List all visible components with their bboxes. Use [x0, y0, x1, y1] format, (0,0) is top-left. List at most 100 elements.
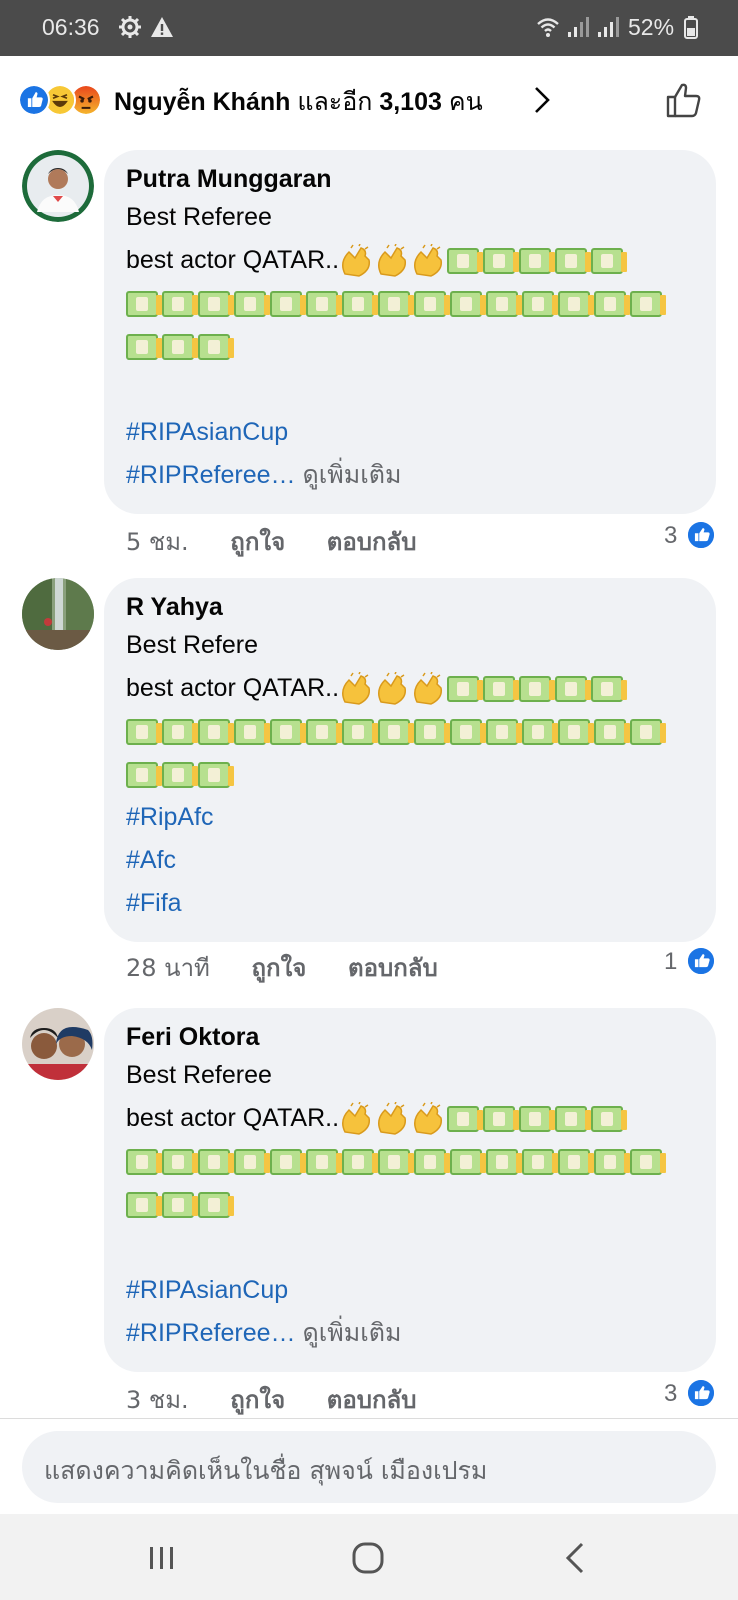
signal-icon: [568, 17, 589, 37]
reactions-summary-text[interactable]: Nguyễn Khánh และอีก 3,103 คน: [114, 82, 483, 122]
money-icon: [342, 1148, 378, 1175]
money-icon: [270, 1148, 306, 1175]
hashtag-link[interactable]: #RIPAsianCup: [126, 1269, 694, 1312]
hashtag-link[interactable]: #RIPAsianCup: [126, 411, 694, 454]
comment-actions: 3 ชม. ถูกใจ ตอบกลับ: [126, 1380, 450, 1419]
comment-author[interactable]: Putra Munggaran: [126, 162, 694, 196]
comment-emoji-line: [126, 710, 694, 753]
hashtag-link[interactable]: #RIPReferee…: [126, 461, 296, 489]
money-icon: [519, 675, 556, 702]
money-icon: [450, 290, 486, 317]
hashtag-link[interactable]: #Fifa: [126, 882, 694, 925]
reply-comment-button[interactable]: ตอบกลับ: [327, 528, 417, 556]
money-icon: [126, 761, 162, 788]
see-more-link[interactable]: ดูเพิ่มเติม: [302, 1319, 401, 1347]
money-icon: [126, 1148, 162, 1175]
money-icon: [234, 718, 270, 745]
hashtag-link[interactable]: #Afc: [126, 839, 694, 882]
comment-text-line: Best Refere: [126, 631, 259, 659]
money-icon: [162, 290, 198, 317]
battery-percent: 52%: [628, 14, 675, 40]
money-icon: [591, 1105, 628, 1132]
like-comment-button[interactable]: ถูกใจ: [230, 1386, 285, 1414]
money-icon: [555, 675, 592, 702]
clapping-hands-icon: [342, 1101, 371, 1135]
comment-composer: แสดงความคิดเห็นในชื่อ สุพจน์ เมืองเปรม: [0, 1418, 738, 1514]
comment-text-line: Best Referee: [126, 203, 272, 231]
money-icon: [198, 1191, 234, 1218]
avatar[interactable]: [22, 1008, 94, 1080]
money-icon: [486, 718, 522, 745]
comment-time: 5 ชม.: [126, 528, 189, 556]
chevron-right-icon[interactable]: [530, 84, 554, 116]
money-icon: [522, 1148, 558, 1175]
like-icon: [686, 946, 716, 976]
money-icon: [594, 1148, 630, 1175]
hashtag-line: #RIPReferee… ดูเพิ่มเติม: [126, 454, 694, 497]
money-icon: [198, 290, 234, 317]
comment-bubble[interactable]: R Yahya Best Refere best actor QATAR.. #…: [104, 578, 716, 942]
hashtag-link[interactable]: #RIPReferee…: [126, 1319, 296, 1347]
comment-text-prefix: best actor QATAR..: [126, 1104, 340, 1132]
money-icon: [378, 290, 414, 317]
reactions-count: 3,103: [379, 88, 442, 116]
money-icon: [447, 1105, 484, 1132]
money-icon: [558, 1148, 594, 1175]
reactions-summary-bar[interactable]: Nguyễn Khánh และอีก 3,103 คน: [0, 56, 738, 144]
money-icon: [558, 718, 594, 745]
comment-text-prefix: best actor QATAR..: [126, 674, 340, 702]
comment-emoji-line: [126, 325, 694, 368]
like-comment-button[interactable]: ถูกใจ: [230, 528, 285, 556]
like-post-button[interactable]: [664, 80, 704, 120]
reactions-unit: คน: [448, 88, 483, 116]
see-more-link[interactable]: ดูเพิ่มเติม: [302, 461, 401, 489]
money-icon: [483, 1105, 520, 1132]
money-icon: [483, 247, 520, 274]
like-comment-button[interactable]: ถูกใจ: [252, 954, 307, 982]
reply-comment-button[interactable]: ตอบกลับ: [348, 954, 438, 982]
like-icon: [686, 1378, 716, 1408]
money-icon: [414, 290, 450, 317]
comment-time: 3 ชม.: [126, 1386, 189, 1414]
money-icon: [519, 1105, 556, 1132]
back-icon[interactable]: [556, 1538, 596, 1578]
money-icon: [270, 290, 306, 317]
money-icon: [306, 290, 342, 317]
like-icon: [18, 84, 50, 116]
money-icon: [522, 290, 558, 317]
reply-comment-button[interactable]: ตอบกลับ: [327, 1386, 417, 1414]
comment-input[interactable]: แสดงความคิดเห็นในชื่อ สุพจน์ เมืองเปรม: [22, 1431, 716, 1503]
money-icon: [630, 1148, 666, 1175]
comment-like-count[interactable]: 3: [664, 1380, 677, 1408]
comment-bubble[interactable]: Feri Oktora Best Referee best actor QATA…: [104, 1008, 716, 1372]
hashtag-link[interactable]: #RipAfc: [126, 796, 694, 839]
money-icon: [198, 761, 234, 788]
avatar[interactable]: [22, 578, 94, 650]
comment-bubble[interactable]: Putra Munggaran Best Referee best actor …: [104, 150, 716, 514]
money-icon: [447, 675, 484, 702]
comment-like-count[interactable]: 1: [664, 948, 677, 976]
money-icon: [486, 290, 522, 317]
status-bar: 06:36 52%: [0, 0, 738, 56]
money-icon: [519, 247, 556, 274]
clapping-hands-icon: [378, 671, 407, 705]
comment-like-count[interactable]: 3: [664, 522, 677, 550]
money-icon: [198, 333, 234, 360]
money-icon: [234, 290, 270, 317]
comment-author[interactable]: R Yahya: [126, 590, 694, 624]
money-icon: [162, 333, 198, 360]
avatar[interactable]: [22, 150, 94, 222]
comment-author[interactable]: Feri Oktora: [126, 1020, 694, 1054]
home-icon[interactable]: [348, 1538, 388, 1578]
money-icon: [270, 718, 306, 745]
clapping-hands-icon: [378, 1101, 407, 1135]
money-icon: [126, 718, 162, 745]
money-icon: [342, 718, 378, 745]
clapping-hands-icon: [414, 243, 443, 277]
recent-apps-icon[interactable]: [142, 1538, 182, 1578]
money-icon: [450, 718, 486, 745]
money-icon: [591, 675, 628, 702]
comment-emoji-line: [126, 1183, 694, 1226]
money-icon: [555, 1105, 592, 1132]
